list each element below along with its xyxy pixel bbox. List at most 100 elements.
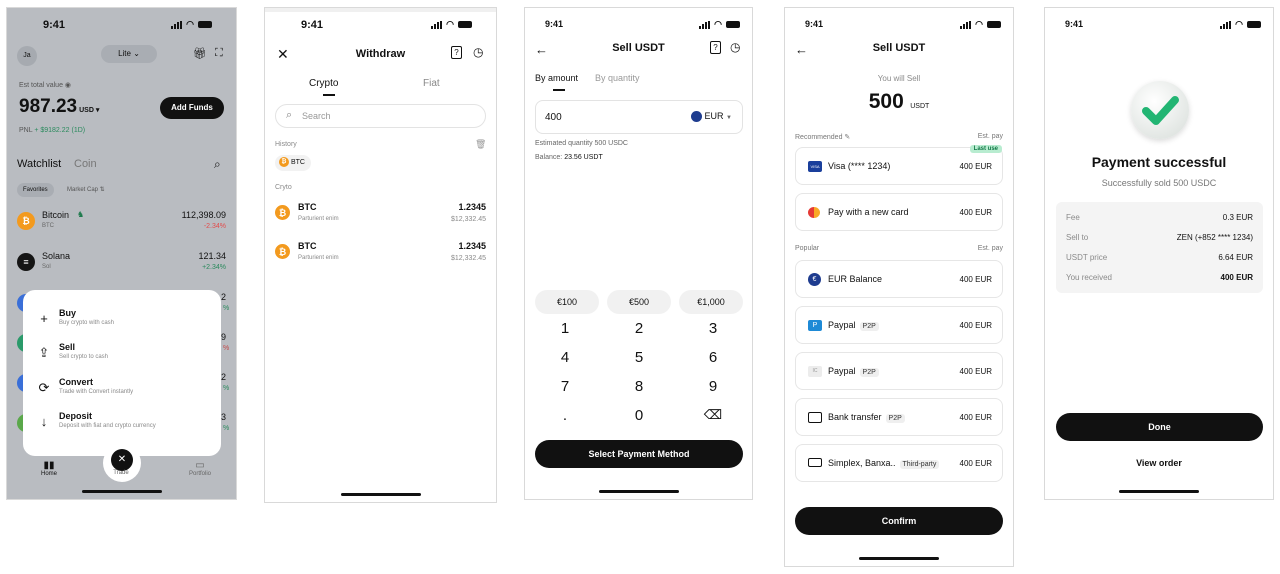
key-6[interactable]: 6 — [683, 349, 743, 366]
asset-name: BTC — [298, 202, 317, 212]
status-icons: ◠ — [699, 19, 740, 30]
menu-item-sell[interactable]: ⇪ Sell Sell crypto to cash — [37, 341, 211, 373]
method-amount: 400 EUR — [959, 413, 992, 422]
tab-fiat[interactable]: Fiat — [423, 78, 440, 89]
bitcoin-icon: ₿ — [279, 157, 289, 168]
bitcoin-icon: ₿ — [275, 244, 290, 259]
menu-item-deposit[interactable]: ↓ Deposit Deposit with fiat and crypto c… — [37, 410, 211, 442]
coin-name: Solana — [42, 251, 71, 261]
history-icon[interactable]: ◷ — [730, 40, 740, 54]
list-item[interactable]: ₿ BTC Parturient enim 1.2345 $12,332.45 — [275, 201, 486, 231]
key-7[interactable]: 7 — [535, 378, 595, 395]
view-order-link[interactable]: View order — [1045, 458, 1273, 468]
monitor-icon — [808, 458, 822, 467]
key-2[interactable]: 2 — [609, 320, 669, 337]
nav-trade[interactable]: Trade — [109, 470, 133, 476]
key-decimal[interactable]: . — [535, 407, 595, 424]
payment-method-paypal-alt[interactable]: IC Paypal P2P 400 EUR — [795, 352, 1003, 390]
history-label: History — [275, 141, 297, 148]
scan-icon[interactable]: ⛶ — [215, 47, 223, 60]
key-1[interactable]: 1 — [535, 320, 595, 337]
menu-subtitle: Sell crypto to cash — [59, 354, 109, 360]
coin-price: 112,398.09 — [181, 210, 226, 220]
status-bar: 9:41 ◠ — [785, 8, 1013, 38]
coin-change: +2.34% — [202, 264, 226, 271]
status-bar: 9:41 ◠ — [265, 8, 496, 38]
quick-amount-100[interactable]: €100 — [535, 290, 599, 314]
search-icon[interactable]: ⌕ — [214, 157, 221, 172]
list-item[interactable]: ≡ Solana Sol 121.34 +2.34% — [17, 251, 226, 281]
home-indicator — [859, 557, 939, 560]
history-icon[interactable]: ◷ — [473, 45, 483, 59]
payment-method-third-party[interactable]: Simplex, Banxa.. Third-party 400 EUR — [795, 444, 1003, 482]
key-3[interactable]: 3 — [683, 320, 743, 337]
payment-method-bank-transfer[interactable]: Bank transfer P2P 400 EUR — [795, 398, 1003, 436]
list-item[interactable]: ₿ Bitcoin ♞ BTC 112,398.09 -2.34% — [17, 210, 226, 240]
asset-sub: Parturient enim — [298, 255, 339, 261]
est-total-label: Est total value ◉ — [19, 82, 72, 89]
history-chip[interactable]: ₿ BTC — [275, 155, 311, 171]
edit-icon[interactable]: ✎ — [844, 134, 850, 141]
status-icons: ◠ — [431, 19, 472, 30]
folder-icon: ▭ — [195, 460, 205, 471]
menu-item-buy[interactable]: + Buy Buy crypto with cash — [37, 307, 211, 339]
est-pay-label: Est. pay — [977, 133, 1003, 140]
payment-method-paypal[interactable]: P Paypal P2P 400 EUR — [795, 306, 1003, 344]
search-input[interactable]: ⌕ Search — [275, 104, 486, 128]
done-button[interactable]: Done — [1056, 413, 1263, 441]
currency-selector[interactable]: EUR ▼ — [691, 111, 732, 123]
payment-method-visa[interactable]: VISA Visa (**** 1234) 400 EUR Last use — [795, 145, 1003, 185]
list-item[interactable]: ₿ BTC Parturient enim 1.2345 $12,332.45 — [275, 240, 486, 270]
key-5[interactable]: 5 — [609, 349, 669, 366]
tab-coin[interactable]: Coin — [74, 158, 97, 170]
help-icon[interactable]: ? — [710, 41, 721, 54]
search-icon: ⌕ — [286, 109, 293, 121]
add-funds-button[interactable]: Add Funds — [160, 97, 224, 119]
status-time: 9:41 — [43, 19, 66, 31]
filter-market-cap[interactable]: Market Cap ⇅ — [67, 183, 105, 197]
tab-by-amount[interactable]: By amount — [535, 73, 578, 83]
filter-favorites[interactable]: Favorites — [17, 183, 54, 197]
quick-amount-1000[interactable]: €1,000 — [679, 290, 743, 314]
key-8[interactable]: 8 — [609, 378, 669, 395]
coin-change: % — [223, 425, 230, 432]
checkmark-icon — [1142, 96, 1179, 125]
status-time: 9:41 — [1065, 19, 1084, 29]
mode-selector[interactable]: Lite ⌄ — [101, 45, 157, 63]
coin-symbol: BTC — [42, 223, 54, 229]
tab-by-quantity[interactable]: By quantity — [595, 73, 640, 83]
method-label: EUR Balance — [828, 274, 883, 284]
payment-method-eur-balance[interactable]: € EUR Balance 400 EUR — [795, 260, 1003, 298]
coin-price: 121.34 — [198, 251, 226, 261]
key-0[interactable]: 0 — [609, 407, 669, 424]
method-label: Bank transfer P2P — [828, 412, 905, 423]
confirm-button[interactable]: Confirm — [795, 507, 1003, 535]
amount-value: 400 — [545, 112, 562, 123]
status-time: 9:41 — [545, 19, 564, 29]
avatar[interactable]: Ja — [17, 46, 37, 66]
key-9[interactable]: 9 — [683, 378, 743, 395]
recommended-label: Recommended ✎ — [795, 134, 851, 141]
backspace-icon[interactable]: ⌫ — [683, 407, 743, 423]
nav-home[interactable]: ▮▮ Home — [37, 460, 61, 477]
wifi-icon: ◠ — [1235, 19, 1243, 29]
close-trade-button[interactable]: ✕ — [111, 449, 133, 471]
help-icon[interactable]: ? — [451, 46, 462, 59]
gift-icon[interactable]: 🎁︎ — [193, 47, 207, 60]
menu-item-convert[interactable]: ⟳ Convert Trade with Convert instantly — [37, 376, 211, 408]
pnl: PNL + $9182.22 (1D) — [19, 127, 86, 134]
battery-icon — [987, 21, 1001, 28]
eye-icon[interactable]: ◉ — [65, 82, 71, 89]
nav-portfolio[interactable]: ▭ Portfolio — [185, 460, 215, 477]
tab-watchlist[interactable]: Watchlist — [17, 158, 61, 170]
coin-price: 2 — [221, 372, 227, 382]
select-payment-button[interactable]: Select Payment Method — [535, 440, 743, 468]
tab-crypto[interactable]: Crypto — [309, 78, 338, 89]
key-4[interactable]: 4 — [535, 349, 595, 366]
amount-input[interactable]: 400 EUR ▼ — [535, 100, 743, 134]
menu-title: Deposit — [59, 411, 93, 421]
menu-title: Convert — [59, 377, 94, 387]
trash-icon[interactable]: 🗑︎ — [475, 139, 486, 150]
payment-method-new-card[interactable]: Pay with a new card 400 EUR — [795, 193, 1003, 231]
quick-amount-500[interactable]: €500 — [607, 290, 671, 314]
